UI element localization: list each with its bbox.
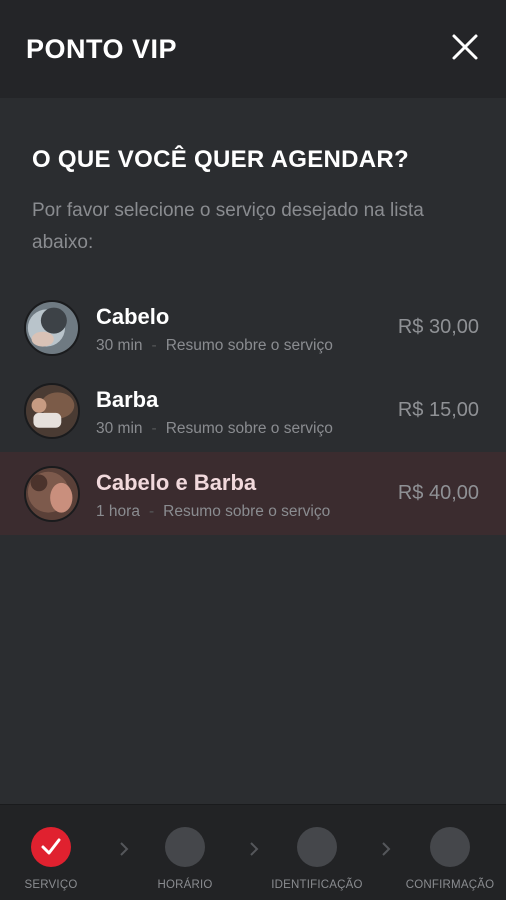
- service-name: Barba: [96, 387, 159, 412]
- check-icon: [41, 838, 61, 855]
- step-circle: [430, 827, 470, 867]
- step-circle: [297, 827, 337, 867]
- step-confirmacao[interactable]: CONFIRMAÇÃO: [395, 827, 505, 891]
- meta-separator: -: [151, 420, 157, 437]
- step-label: SERVIÇO: [24, 879, 78, 891]
- service-item-barba[interactable]: Barba 30 min - Resumo sobre o serviço R$ 1…: [0, 369, 506, 452]
- service-duration: 30 min: [96, 337, 143, 354]
- step-servico[interactable]: SERVIÇO: [0, 827, 106, 891]
- service-summary: Resumo sobre o serviço: [165, 420, 333, 437]
- page-subtitle: Por favor selecione o serviço desejado n…: [32, 200, 424, 253]
- step-label: CONFIRMAÇÃO: [405, 879, 495, 891]
- service-name: Cabelo e Barba: [96, 470, 257, 495]
- step-circle: [31, 827, 71, 867]
- page-heading: O QUE VOCÊ QUER AGENDAR?: [32, 146, 410, 173]
- service-avatar: [24, 383, 80, 439]
- chevron-right-icon: [380, 841, 392, 857]
- app-header: PONTO VIP: [0, 0, 506, 98]
- service-meta: 1 hora - Resumo sobre o serviço: [96, 503, 330, 521]
- chevron-right-icon: [248, 841, 260, 857]
- service-avatar: [24, 300, 80, 356]
- chevron-right-icon: [118, 841, 130, 857]
- meta-separator: -: [151, 337, 157, 354]
- service-summary: Resumo sobre o serviço: [165, 337, 333, 354]
- service-summary: Resumo sobre o serviço: [163, 503, 331, 520]
- step-circle: [165, 827, 205, 867]
- service-meta: 30 min - Resumo sobre o serviço: [96, 420, 333, 438]
- service-meta: 30 min - Resumo sobre o serviço: [96, 337, 333, 355]
- service-item-cabelo-e-barba[interactable]: Cabelo e Barba 1 hora - Resumo sobre o ser…: [0, 452, 506, 535]
- service-name: Cabelo: [96, 304, 170, 329]
- service-avatar: [24, 466, 80, 522]
- service-list: Cabelo 30 min - Resumo sobre o serviço R$ …: [0, 286, 506, 535]
- service-duration: 1 hora: [96, 503, 140, 520]
- service-price: R$ 40,00: [397, 482, 479, 504]
- step-label: HORÁRIO: [157, 879, 213, 891]
- service-price: R$ 15,00: [397, 399, 479, 421]
- step-horario[interactable]: HORÁRIO: [130, 827, 240, 891]
- service-item-cabelo[interactable]: Cabelo 30 min - Resumo sobre o serviço R$ …: [0, 286, 506, 369]
- booking-stepper: SERVIÇO HORÁRIO IDENTIFICAÇÃO CONFIRMAÇÃ…: [0, 804, 506, 900]
- service-duration: 30 min: [96, 420, 143, 437]
- close-button[interactable]: [450, 32, 480, 62]
- meta-separator: -: [148, 503, 155, 520]
- step-label: IDENTIFICAÇÃO: [271, 879, 363, 891]
- step-identificacao[interactable]: IDENTIFICAÇÃO: [262, 827, 372, 891]
- service-price: R$ 30,00: [397, 316, 479, 338]
- close-icon: [452, 34, 478, 60]
- app-title: PONTO VIP: [26, 34, 178, 64]
